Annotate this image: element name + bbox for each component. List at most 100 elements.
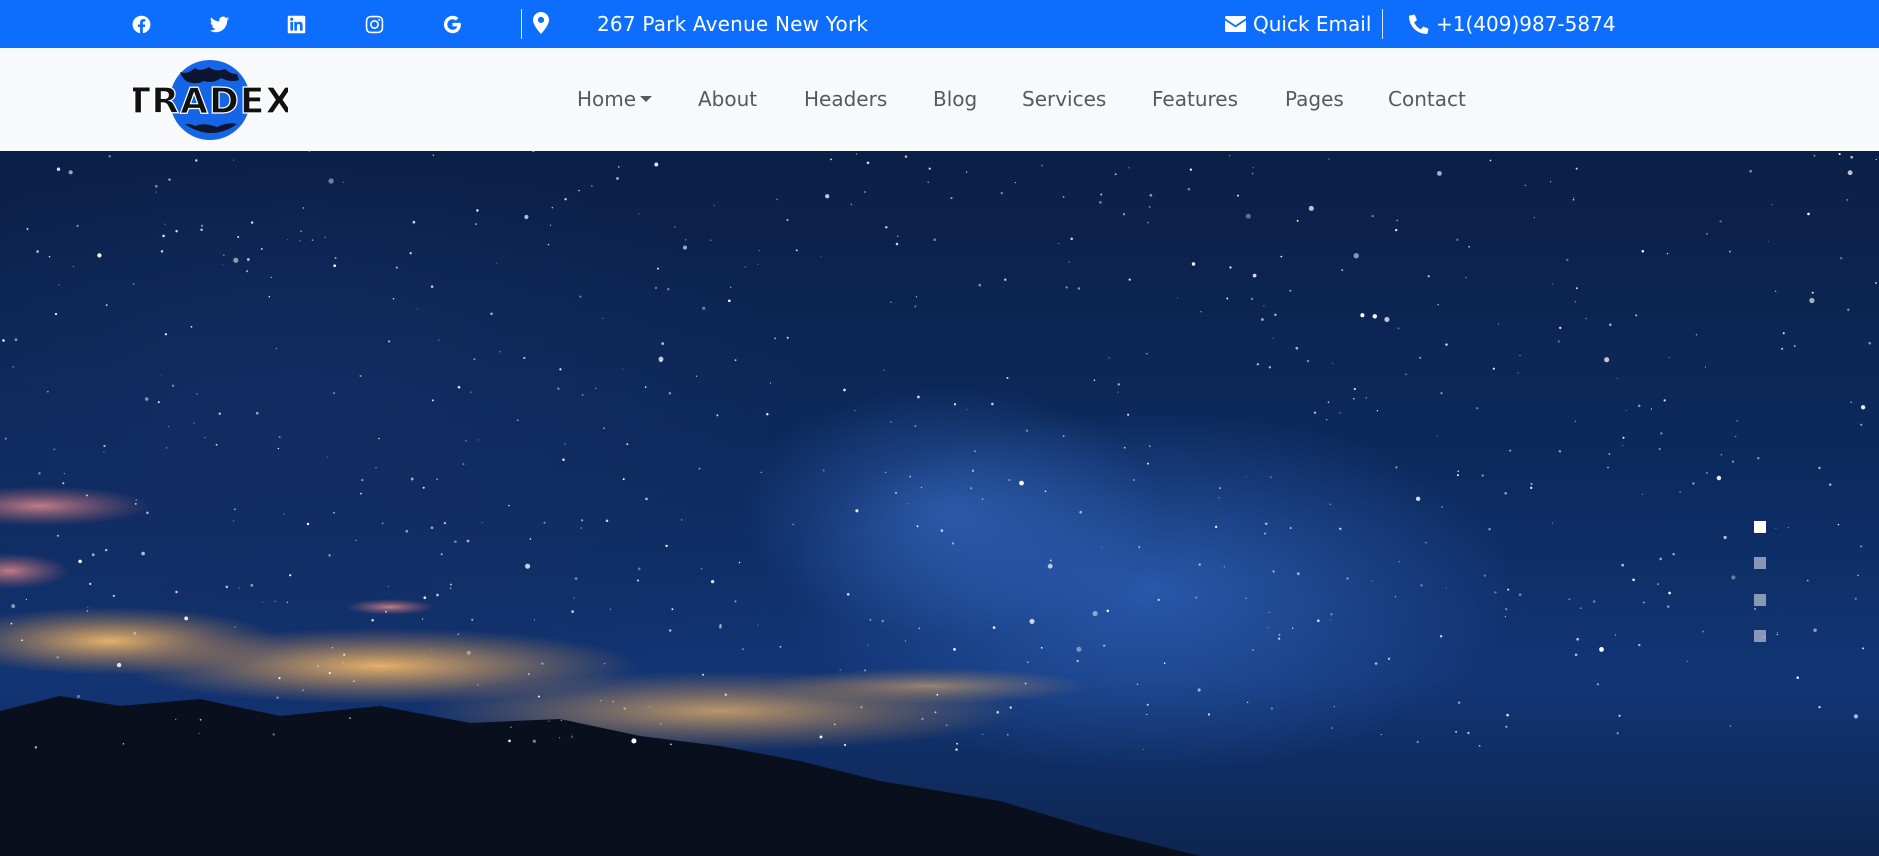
star — [317, 665, 319, 667]
star — [603, 427, 605, 430]
star — [1860, 405, 1866, 410]
star — [1040, 646, 1043, 649]
slider-indicator-1[interactable] — [1754, 521, 1766, 533]
star — [1557, 340, 1560, 343]
star — [1339, 412, 1341, 414]
star — [1256, 363, 1259, 366]
slider-indicator-4[interactable] — [1754, 630, 1766, 642]
tradex-logo[interactable]: TRADEX — [133, 58, 288, 140]
star — [649, 706, 651, 708]
star — [270, 276, 272, 279]
star — [112, 594, 115, 597]
star — [1775, 528, 1777, 529]
star — [85, 494, 88, 497]
phone-link[interactable]: +1(409)987-5874 — [1409, 0, 1616, 48]
star — [268, 296, 271, 298]
star — [1618, 714, 1621, 717]
star — [1478, 744, 1481, 747]
star — [940, 529, 944, 532]
star — [454, 540, 457, 544]
star — [1229, 154, 1231, 157]
star — [1325, 418, 1328, 421]
star — [1807, 212, 1810, 216]
star — [843, 388, 846, 392]
star — [525, 563, 531, 569]
nav-contact[interactable]: Contact — [1388, 48, 1466, 151]
star — [1596, 683, 1600, 686]
star — [769, 382, 772, 384]
star — [474, 223, 477, 226]
star — [1331, 727, 1333, 729]
star — [885, 226, 888, 229]
star — [1731, 460, 1735, 463]
star — [1436, 435, 1438, 437]
star — [918, 627, 921, 630]
star — [1371, 580, 1373, 582]
quick-email-link[interactable]: Quick Email — [1225, 0, 1371, 48]
slider-indicators — [1754, 521, 1768, 642]
nav-about[interactable]: About — [698, 48, 757, 151]
star — [825, 194, 830, 199]
star — [1047, 563, 1053, 569]
star — [1632, 578, 1635, 582]
star — [302, 207, 305, 209]
star — [760, 471, 762, 474]
star — [1077, 287, 1081, 290]
star — [1667, 605, 1670, 608]
star — [933, 238, 936, 241]
star — [881, 619, 884, 623]
nav-headers[interactable]: Headers — [804, 48, 887, 151]
facebook-link[interactable] — [121, 0, 161, 48]
star — [1289, 527, 1292, 529]
star — [1807, 579, 1809, 582]
star — [953, 648, 956, 651]
star — [1566, 258, 1569, 262]
star — [1114, 173, 1117, 176]
nav-blog[interactable]: Blog — [933, 48, 977, 151]
star — [1214, 525, 1218, 529]
instagram-link[interactable] — [354, 0, 394, 48]
star — [105, 304, 108, 307]
star — [638, 213, 640, 215]
nav-services[interactable]: Services — [1022, 48, 1106, 151]
star — [867, 644, 869, 646]
star — [668, 392, 672, 395]
star — [1425, 542, 1427, 544]
star — [936, 693, 939, 696]
star — [1468, 245, 1470, 248]
twitter-icon — [209, 16, 229, 32]
star — [470, 391, 472, 393]
star — [1272, 337, 1274, 339]
star — [846, 592, 850, 596]
nav-home[interactable]: Home — [577, 48, 653, 151]
star — [917, 395, 920, 399]
star — [981, 498, 984, 500]
star — [1065, 286, 1068, 289]
star — [1497, 323, 1499, 325]
star — [1572, 198, 1575, 201]
slider-indicator-2[interactable] — [1754, 557, 1766, 569]
star — [696, 375, 698, 377]
star — [671, 608, 674, 611]
star — [1330, 619, 1332, 621]
google-link[interactable] — [432, 0, 472, 48]
star — [1252, 273, 1257, 278]
star — [1092, 611, 1098, 617]
slider-indicator-3[interactable] — [1754, 594, 1766, 606]
star — [334, 256, 337, 259]
star — [421, 618, 424, 620]
linkedin-link[interactable] — [276, 0, 316, 48]
twitter-link[interactable] — [199, 0, 239, 48]
star — [53, 448, 56, 451]
star — [1441, 506, 1443, 508]
star — [56, 656, 59, 659]
star — [766, 412, 769, 416]
star — [670, 743, 672, 746]
star — [1857, 574, 1859, 577]
nav-pages[interactable]: Pages — [1285, 48, 1344, 151]
star — [25, 598, 27, 601]
star — [1251, 172, 1254, 175]
nav-features[interactable]: Features — [1152, 48, 1238, 151]
star — [1529, 486, 1533, 490]
star — [405, 529, 409, 533]
